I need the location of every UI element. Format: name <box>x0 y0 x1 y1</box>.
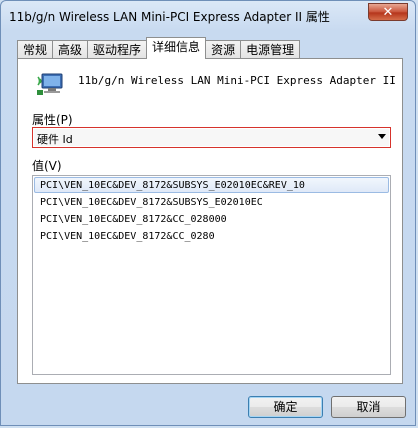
window-title: 11b/g/n Wireless LAN Mini-PCI Express Ad… <box>9 10 330 24</box>
tab-driver[interactable]: 驱动程序 <box>87 40 148 59</box>
property-select-value: 硬件 Id <box>37 133 73 146</box>
ok-button[interactable]: 确定 <box>248 396 323 418</box>
cancel-button[interactable]: 取消 <box>331 396 406 418</box>
property-label: 属性(P) <box>32 113 73 127</box>
tab-general[interactable]: 常规 <box>17 40 54 59</box>
tab-resources[interactable]: 资源 <box>205 40 242 59</box>
value-listbox[interactable]: PCI\VEN_10EC&DEV_8172&SUBSYS_E02010EC&RE… <box>32 175 391 375</box>
network-adapter-icon <box>37 73 63 95</box>
list-item[interactable]: PCI\VEN_10EC&DEV_8172&CC_0280 <box>34 228 389 244</box>
tab-strip: 常规 高级 驱动程序 详细信息 资源 电源管理 <box>17 37 301 59</box>
property-select[interactable]: 硬件 Id <box>32 127 391 148</box>
dropdown-arrow-icon[interactable] <box>378 134 386 139</box>
details-panel: 11b/g/n Wireless LAN Mini-PCI Express Ad… <box>17 58 403 384</box>
properties-dialog: 11b/g/n Wireless LAN Mini-PCI Express Ad… <box>0 0 416 426</box>
tab-power-management[interactable]: 电源管理 <box>240 40 301 59</box>
tab-details[interactable]: 详细信息 <box>146 37 207 59</box>
device-name: 11b/g/n Wireless LAN Mini-PCI Express Ad… <box>78 74 396 87</box>
title-bar[interactable]: 11b/g/n Wireless LAN Mini-PCI Express Ad… <box>1 1 415 29</box>
value-label: 值(V) <box>32 159 62 173</box>
list-item[interactable]: PCI\VEN_10EC&DEV_8172&SUBSYS_E02010EC <box>34 194 389 210</box>
tab-advanced[interactable]: 高级 <box>52 40 89 59</box>
list-item[interactable]: PCI\VEN_10EC&DEV_8172&CC_028000 <box>34 211 389 227</box>
list-item[interactable]: PCI\VEN_10EC&DEV_8172&SUBSYS_E02010EC&RE… <box>34 177 389 193</box>
close-button[interactable]: ✕ <box>368 3 408 21</box>
